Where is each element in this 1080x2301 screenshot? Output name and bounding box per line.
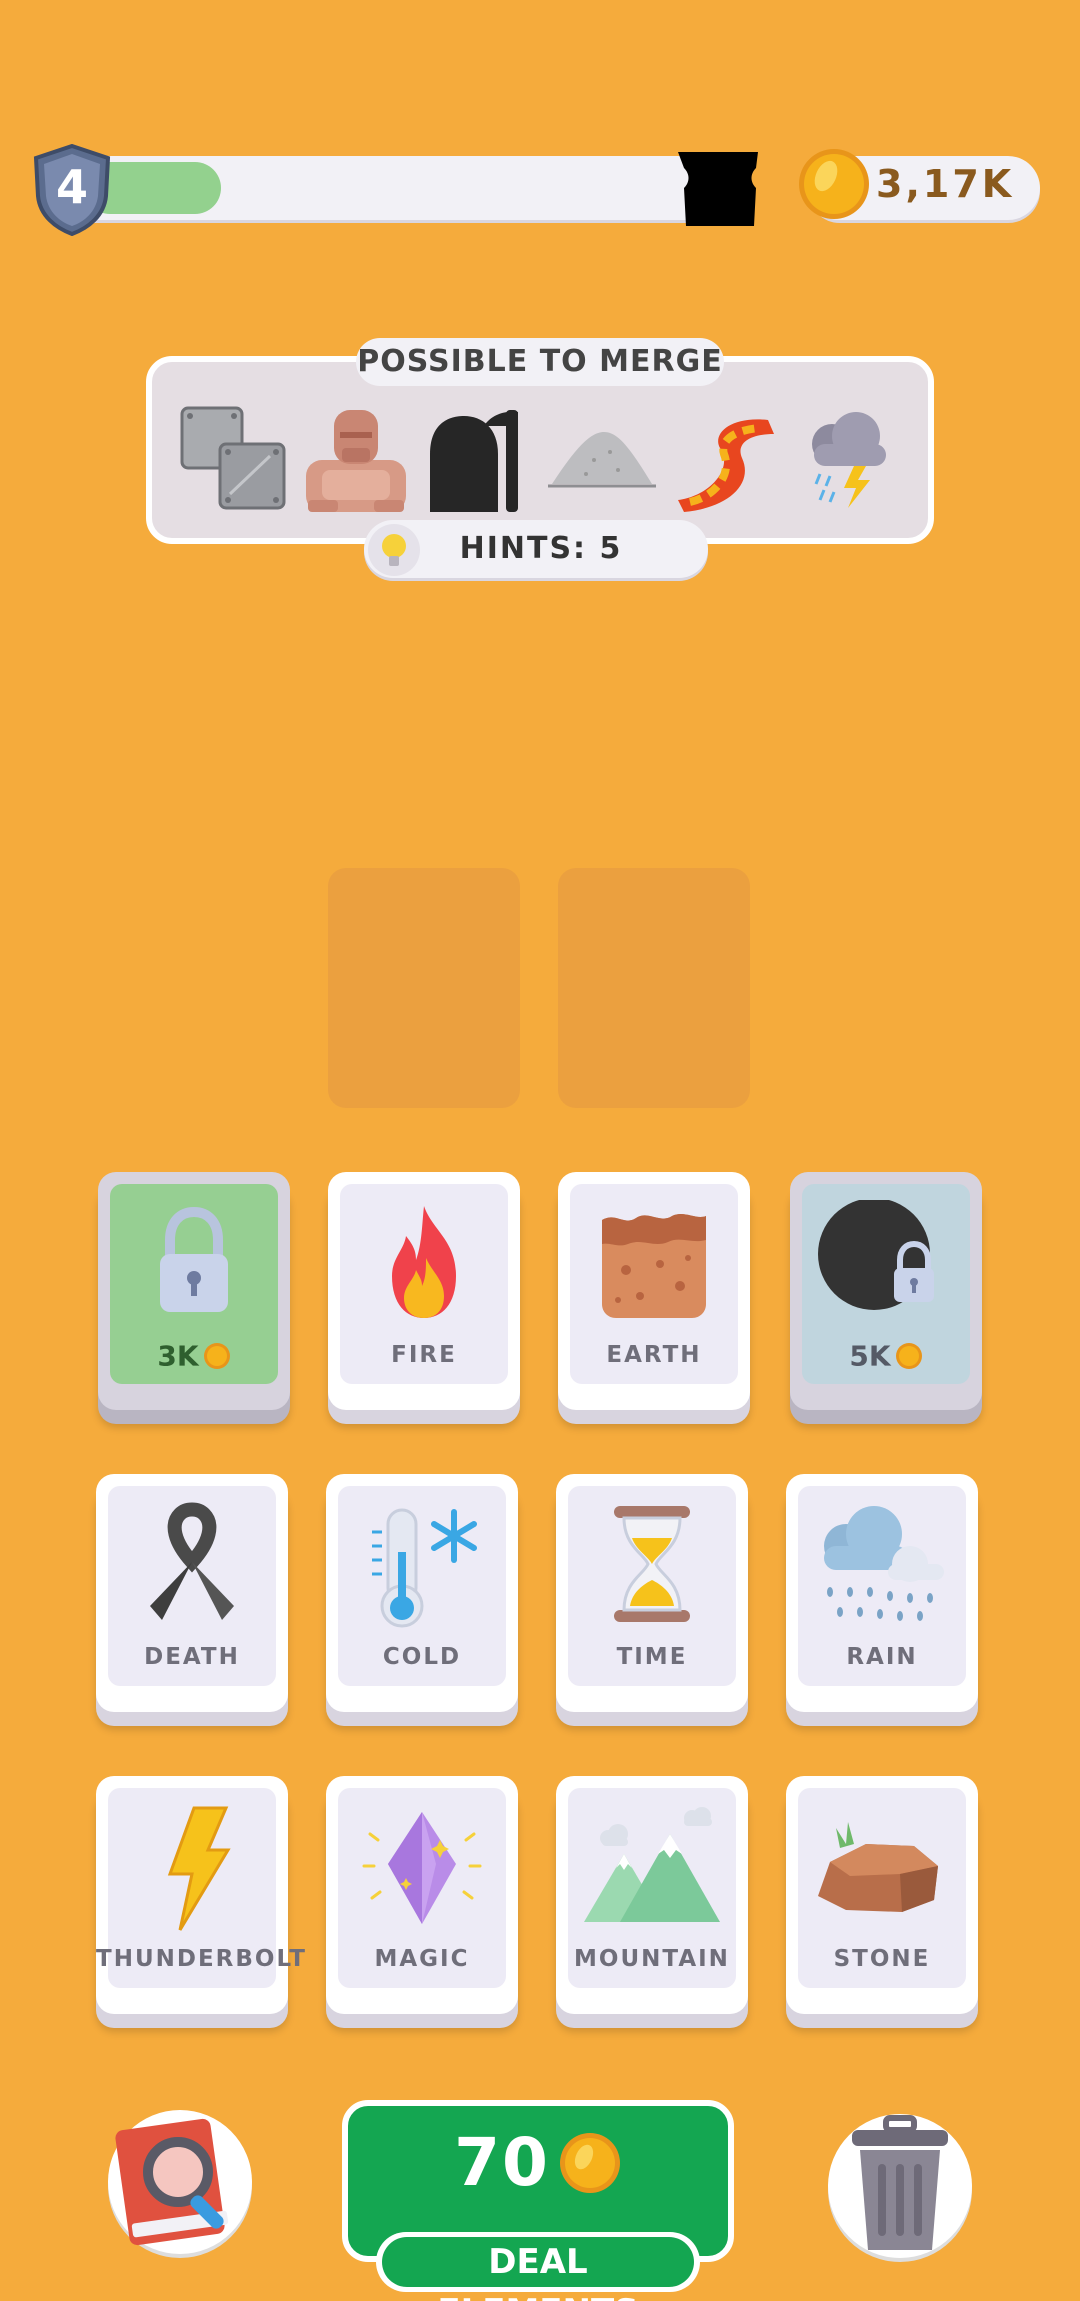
element-card-stone[interactable]: STONE <box>786 1776 978 2014</box>
card-label: COLD <box>382 1644 462 1670</box>
hourglass-icon <box>580 1502 724 1632</box>
element-card-cold[interactable]: COLD <box>326 1474 518 1712</box>
merge-title-pill: POSSIBLE TO MERGE <box>356 338 724 386</box>
lightning-icon <box>120 1804 264 1934</box>
mountain-icon <box>580 1804 724 1934</box>
card-label: THUNDERBOLT <box>96 1946 307 1972</box>
merge-slot-left[interactable] <box>328 868 520 1108</box>
locked-element-card[interactable]: 3K <box>98 1172 290 1410</box>
trash-button[interactable] <box>828 2114 972 2258</box>
grim-reaper-icon <box>424 404 532 514</box>
golem-icon <box>302 404 410 514</box>
hints-count: HINTS: 5 <box>459 531 623 566</box>
card-label: RAIN <box>846 1644 918 1670</box>
lock-icon <box>122 1200 266 1330</box>
element-card-death[interactable]: DEATH <box>96 1474 288 1712</box>
card-label: FIRE <box>391 1342 457 1368</box>
locked-element-card[interactable]: 5K <box>790 1172 982 1410</box>
coin-icon <box>203 1342 231 1370</box>
thermometer-snowflake-icon <box>350 1502 494 1632</box>
deal-label: DEAL ELEMENTS <box>382 2237 694 2301</box>
unlock-price: 5K <box>849 1339 891 1373</box>
storm-icon <box>794 404 902 514</box>
crystal-icon <box>350 1804 494 1934</box>
card-label: DEATH <box>144 1644 240 1670</box>
coin-icon <box>895 1342 923 1370</box>
card-label: EARTH <box>606 1342 702 1368</box>
merge-slot-right[interactable] <box>558 868 750 1108</box>
ribbon-icon <box>120 1502 264 1632</box>
earth-icon <box>582 1200 726 1330</box>
element-card-fire[interactable]: FIRE <box>328 1172 520 1410</box>
fire-icon <box>352 1200 496 1330</box>
element-card-magic[interactable]: MAGIC <box>326 1776 518 2014</box>
sand-icon <box>548 404 656 514</box>
level-number: 4 <box>55 160 88 214</box>
element-card-mountain[interactable]: MOUNTAIN <box>556 1776 748 2014</box>
element-card-earth[interactable]: EARTH <box>558 1172 750 1410</box>
dark-orb-lock-icon <box>814 1198 958 1330</box>
encyclopedia-button[interactable] <box>108 2110 252 2254</box>
card-label: STONE <box>833 1946 931 1972</box>
coin-balance: 3,17K <box>876 162 1015 206</box>
trash-can-icon <box>852 2115 948 2250</box>
coin-icon <box>796 146 872 222</box>
lava-icon <box>670 404 778 514</box>
merge-title: POSSIBLE TO MERGE <box>357 344 723 379</box>
metal-icon <box>180 404 288 514</box>
unlock-price: 3K <box>157 1339 199 1373</box>
level-progress-bar <box>64 156 750 220</box>
card-label: MOUNTAIN <box>574 1946 730 1972</box>
coin-icon <box>558 2131 622 2195</box>
card-label: TIME <box>616 1644 688 1670</box>
rain-cloud-icon <box>810 1502 954 1632</box>
element-card-rain[interactable]: RAIN <box>786 1474 978 1712</box>
deal-price: 70 <box>454 2124 550 2201</box>
stone-icon <box>810 1804 954 1934</box>
element-card-thunderbolt[interactable]: THUNDERBOLT <box>96 1776 307 2014</box>
top-bar: 4 3,17K <box>0 0 1080 240</box>
element-card-time[interactable]: TIME <box>556 1474 748 1712</box>
level-badge: 4 <box>32 143 112 237</box>
level-reward-chest-icon[interactable] <box>676 146 760 230</box>
card-label: MAGIC <box>374 1946 470 1972</box>
encyclopedia-icon <box>115 2118 229 2246</box>
